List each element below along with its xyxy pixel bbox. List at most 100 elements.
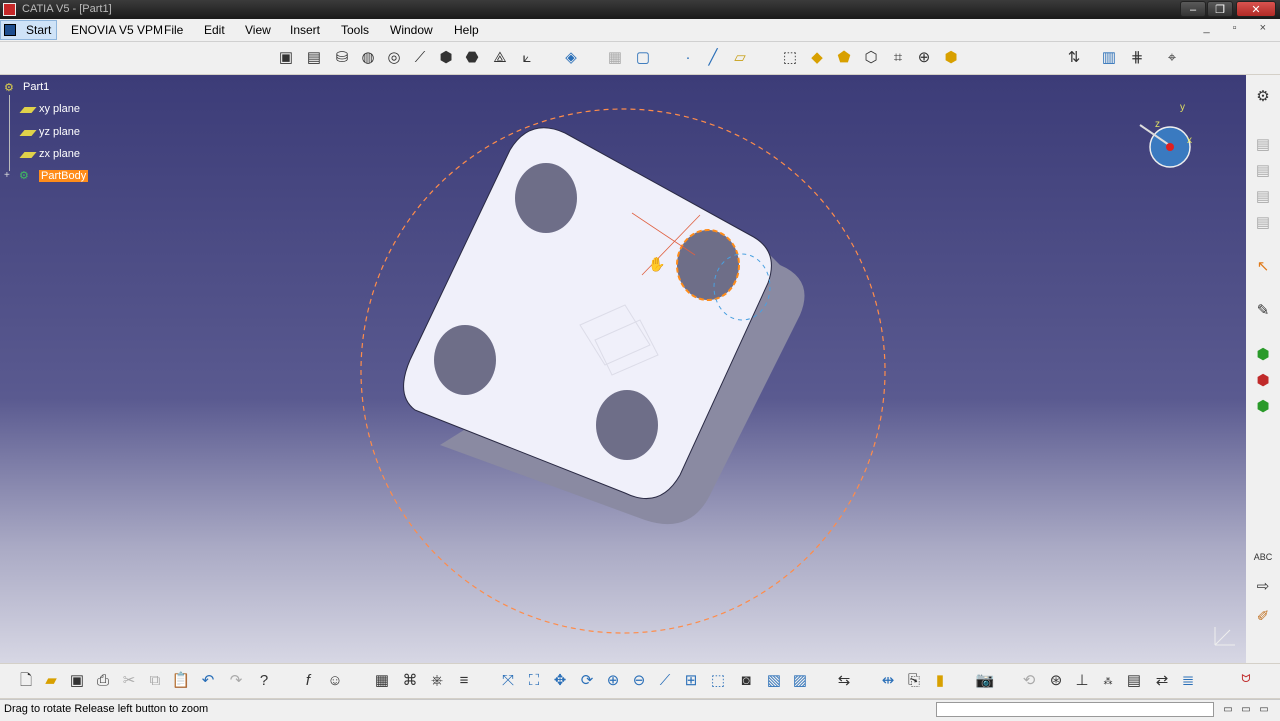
- slot-icon[interactable]: ⬢: [436, 48, 456, 68]
- menu-enovia[interactable]: ENOVIA V5 VPM: [71, 23, 163, 37]
- menu-insert[interactable]: Insert: [290, 23, 320, 37]
- rotate-icon[interactable]: ⟳: [577, 671, 597, 691]
- swap-icon[interactable]: ▧: [764, 671, 784, 691]
- view2-icon[interactable]: ▤: [1253, 161, 1273, 181]
- sketch3-icon[interactable]: ⬢: [1253, 397, 1273, 417]
- model-canvas[interactable]: ✋ y x z: [0, 75, 1246, 663]
- fit-all-icon[interactable]: ⛶: [524, 671, 544, 691]
- settings-gear-icon[interactable]: ⚙: [1253, 87, 1273, 107]
- formula-icon[interactable]: f: [298, 671, 318, 691]
- render-icon[interactable]: ⬡: [861, 48, 881, 68]
- analysis-icon[interactable]: ⇄: [1152, 671, 1172, 691]
- hole-bottom-right[interactable]: [596, 390, 658, 460]
- iso-view-icon[interactable]: ⊞: [681, 671, 701, 691]
- camera-icon[interactable]: 📷: [975, 671, 995, 691]
- zoom-area-icon[interactable]: ▤: [1124, 671, 1144, 691]
- hole-bottom-left[interactable]: [434, 325, 496, 395]
- cursor-icon[interactable]: ↖: [1253, 257, 1273, 277]
- redo-icon[interactable]: ↷: [226, 671, 246, 691]
- hole-icon[interactable]: ◎: [384, 48, 404, 68]
- document-window-controls[interactable]: _ ▫ ×: [1203, 22, 1276, 34]
- grid-icon[interactable]: ▦: [605, 48, 625, 68]
- select-icon[interactable]: ⤧: [498, 671, 518, 691]
- stiffener-icon[interactable]: ⬣: [462, 48, 482, 68]
- print-icon[interactable]: ⎙: [93, 671, 113, 691]
- line-icon[interactable]: ╱: [703, 48, 723, 68]
- minimize-button[interactable]: –: [1180, 1, 1206, 17]
- tile-icon[interactable]: ⁂: [1098, 671, 1118, 691]
- paste-icon[interactable]: 📋: [171, 671, 191, 691]
- apply-material-icon[interactable]: ⬟: [834, 48, 854, 68]
- update-icon[interactable]: ▨: [790, 671, 810, 691]
- open-icon[interactable]: ▰: [41, 671, 61, 691]
- close-button[interactable]: ✕: [1236, 1, 1276, 17]
- draft-icon[interactable]: ⬢: [1253, 345, 1273, 365]
- normal-view-icon[interactable]: ⟋: [655, 671, 675, 691]
- menu-view[interactable]: View: [245, 23, 271, 37]
- bom-icon[interactable]: ⇹: [878, 671, 898, 691]
- undo-icon[interactable]: ↶: [198, 671, 218, 691]
- magnify-icon[interactable]: ⊥: [1072, 671, 1092, 691]
- hide-icon[interactable]: ◙: [736, 671, 756, 691]
- status-btn-3-icon[interactable]: ▭: [1254, 700, 1274, 720]
- new-icon[interactable]: 🗋: [16, 671, 36, 691]
- menu-edit[interactable]: Edit: [204, 23, 225, 37]
- status-btn-2-icon[interactable]: ▭: [1236, 700, 1256, 720]
- compass-widget[interactable]: [1139, 124, 1191, 168]
- hole-top-right-selected[interactable]: [676, 229, 740, 301]
- 3d-viewport[interactable]: ✋ y x z ⚙ Part1 xy plane yz plane zx pla…: [0, 75, 1246, 663]
- axis-icon[interactable]: ⊛: [1046, 671, 1066, 691]
- hole-top-left[interactable]: [515, 163, 577, 233]
- inertia-icon[interactable]: ◆: [807, 48, 827, 68]
- menu-help[interactable]: Help: [454, 23, 479, 37]
- fly2-icon[interactable]: ⟲: [1019, 671, 1039, 691]
- zoom-in-icon[interactable]: ⊕: [603, 671, 623, 691]
- arrow-icon[interactable]: ⇨: [1253, 577, 1273, 597]
- pen-icon[interactable]: ✐: [1253, 607, 1273, 627]
- point-icon[interactable]: ·: [678, 48, 698, 68]
- shaft-icon[interactable]: ⛁: [332, 48, 352, 68]
- settings-icon[interactable]: ⋕: [1127, 48, 1147, 68]
- zoom-out-icon[interactable]: ⊖: [629, 671, 649, 691]
- view3-icon[interactable]: ▤: [1253, 187, 1273, 207]
- command-input[interactable]: [936, 702, 1214, 717]
- menu-tools[interactable]: Tools: [341, 23, 369, 37]
- loft-icon[interactable]: ⟁: [490, 48, 510, 68]
- maximize-button[interactable]: ❐: [1207, 1, 1233, 17]
- zoom-tool-icon[interactable]: ⌖: [1162, 48, 1182, 68]
- points-icon[interactable]: ▢: [633, 48, 653, 68]
- save-icon[interactable]: ▣: [67, 671, 87, 691]
- pocket-icon[interactable]: ▤: [304, 48, 324, 68]
- render2-icon[interactable]: ▮: [930, 671, 950, 691]
- cut-plane-icon[interactable]: ⇆: [834, 671, 854, 691]
- expand-icon[interactable]: +: [4, 170, 10, 181]
- abc-icon[interactable]: ABC: [1253, 547, 1273, 567]
- view4-icon[interactable]: ▤: [1253, 213, 1273, 233]
- macro-icon[interactable]: ≡: [454, 671, 474, 691]
- measure-icon[interactable]: ⬚: [780, 48, 800, 68]
- copy-icon[interactable]: ⧉: [145, 671, 165, 691]
- cut-icon[interactable]: ✂: [119, 671, 139, 691]
- law-icon[interactable]: ⎈: [427, 671, 447, 691]
- status-btn-1-icon[interactable]: ▭: [1218, 700, 1238, 720]
- sketch-icon[interactable]: ◈: [561, 48, 581, 68]
- knowledge-icon[interactable]: ⌘: [400, 671, 420, 691]
- pad-icon[interactable]: ▣: [276, 48, 296, 68]
- menu-file[interactable]: File: [164, 23, 183, 37]
- help-icon[interactable]: ?: [254, 671, 274, 691]
- groove-icon[interactable]: ◍: [358, 48, 378, 68]
- menu-window[interactable]: Window: [390, 23, 433, 37]
- compass-icon[interactable]: ⊕: [914, 48, 934, 68]
- plane-icon[interactable]: ▱: [730, 48, 750, 68]
- view1-icon[interactable]: ▤: [1253, 135, 1273, 155]
- comment-icon[interactable]: ☺: [325, 671, 345, 691]
- fly-icon[interactable]: ⌗: [888, 48, 908, 68]
- start-menu-button[interactable]: Start: [0, 20, 57, 40]
- remove-loft-icon[interactable]: ⟀: [517, 48, 537, 68]
- catia-app-icon[interactable]: [3, 3, 16, 16]
- capture-icon[interactable]: ⎘: [904, 671, 924, 691]
- pan-icon[interactable]: ✥: [550, 671, 570, 691]
- list-icon[interactable]: ≣: [1178, 671, 1198, 691]
- snapshot-icon[interactable]: ⬢: [941, 48, 961, 68]
- shading-icon[interactable]: ⬚: [708, 671, 728, 691]
